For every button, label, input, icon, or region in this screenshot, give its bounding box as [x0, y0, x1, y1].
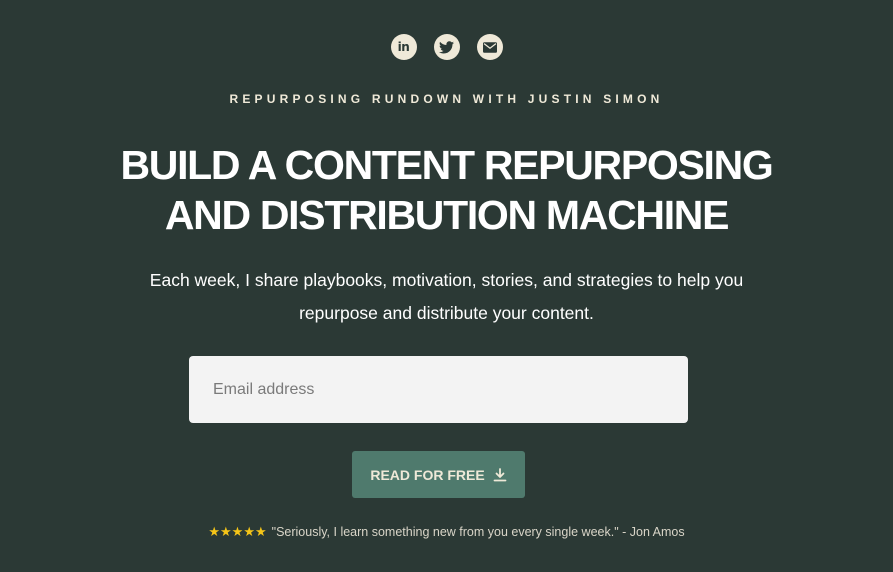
email-link[interactable] [476, 34, 503, 60]
testimonial: ★★★★★ "Seriously, I learn something new … [0, 524, 893, 540]
page-title: BUILD A CONTENT REPURPOSING AND DISTRIBU… [0, 140, 893, 240]
email-field[interactable] [189, 356, 688, 423]
read-for-free-label: READ FOR FREE [370, 466, 485, 483]
testimonial-quote: "Seriously, I learn something new from y… [271, 525, 685, 539]
headline-line-1: BUILD A CONTENT REPURPOSING [120, 142, 773, 188]
subtitle-line-2: repurpose and distribute your content. [299, 303, 594, 323]
star-rating-icon: ★★★★★ [208, 524, 267, 539]
linkedin-link[interactable]: in [390, 34, 417, 60]
email-icon [482, 41, 497, 53]
headline-line-2: AND DISTRIBUTION MACHINE [164, 192, 730, 238]
newsletter-eyebrow: REPURPOSING RUNDOWN WITH JUSTIN SIMON [229, 92, 664, 106]
subtitle: Each week, I share playbooks, motivation… [0, 264, 893, 330]
download-icon [493, 467, 507, 481]
social-links: in [0, 34, 893, 60]
subtitle-line-1: Each week, I share playbooks, motivation… [149, 270, 744, 290]
linkedin-icon: in [397, 40, 410, 54]
read-for-free-button[interactable]: READ FOR FREE [352, 451, 525, 498]
twitter-link[interactable] [433, 34, 460, 60]
twitter-icon [439, 40, 454, 53]
